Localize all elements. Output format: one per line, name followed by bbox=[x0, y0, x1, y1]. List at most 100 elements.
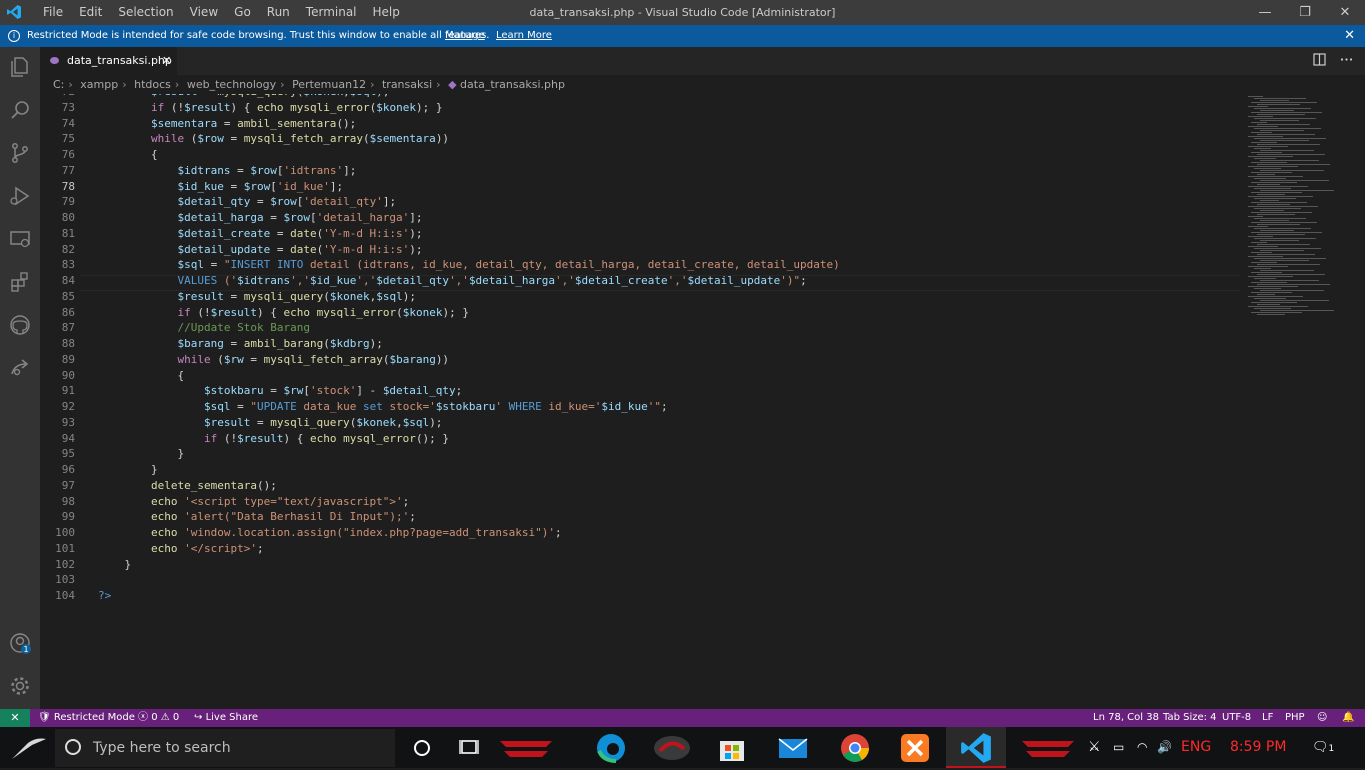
breadcrumb-xampp[interactable]: xampp bbox=[80, 78, 118, 91]
restricted-mode-status[interactable]: 🛡 Restricted Mode bbox=[38, 709, 135, 727]
breadcrumb-drive[interactable]: C: bbox=[53, 78, 64, 91]
code-editor[interactable]: 72 $result = mysqli_query($konek,$sql);7… bbox=[40, 94, 1240, 709]
menu-run[interactable]: Run bbox=[259, 0, 298, 25]
remote-indicator-icon[interactable]: ✕ bbox=[0, 709, 30, 727]
code-line[interactable]: 95 } bbox=[40, 446, 1240, 462]
menu-help[interactable]: Help bbox=[365, 0, 408, 25]
learn-more-link[interactable]: Learn More bbox=[496, 25, 552, 47]
close-window-button[interactable]: ✕ bbox=[1325, 0, 1365, 25]
battery-icon[interactable]: ▭ bbox=[1113, 727, 1124, 768]
armoury-crate-icon[interactable] bbox=[650, 731, 694, 765]
minimize-button[interactable]: — bbox=[1245, 0, 1285, 25]
breadcrumb-transaksi[interactable]: transaksi bbox=[382, 78, 432, 91]
code-line[interactable]: 73 if (!$result) { echo mysqli_error($ko… bbox=[40, 100, 1240, 116]
split-editor-icon[interactable] bbox=[1313, 53, 1326, 66]
action-center-icon[interactable]: 🗨1 bbox=[1312, 727, 1334, 770]
code-line[interactable]: 98 echo '<script type="text/javascript">… bbox=[40, 494, 1240, 510]
code-line[interactable]: 80 $detail_harga = $row['detail_harga']; bbox=[40, 210, 1240, 226]
maximize-button[interactable]: ❐ bbox=[1285, 0, 1325, 25]
eol[interactable]: LF bbox=[1262, 709, 1273, 727]
code-line[interactable]: 99 echo 'alert("Data Berhasil Di Input")… bbox=[40, 509, 1240, 525]
code-line[interactable]: 103 bbox=[40, 572, 1240, 588]
code-line[interactable]: 83 $sql = "INSERT INTO detail (idtrans, … bbox=[40, 257, 1240, 273]
code-line[interactable]: 85 $result = mysqli_query($konek,$sql); bbox=[40, 289, 1240, 305]
rog-app-icon[interactable] bbox=[496, 731, 556, 765]
menu-terminal[interactable]: Terminal bbox=[298, 0, 365, 25]
menu-go[interactable]: Go bbox=[226, 0, 259, 25]
search-icon[interactable] bbox=[8, 98, 32, 122]
source-control-icon[interactable] bbox=[8, 141, 32, 165]
manage-gear-icon[interactable] bbox=[8, 674, 32, 698]
vertical-scrollbar[interactable] bbox=[1355, 94, 1365, 709]
code-line[interactable]: 87 //Update Stok Barang bbox=[40, 320, 1240, 336]
breadcrumb-pertemuan12[interactable]: Pertemuan12 bbox=[292, 78, 366, 91]
breadcrumb-htdocs[interactable]: htdocs bbox=[134, 78, 171, 91]
code-line[interactable]: 79 $detail_qty = $row['detail_qty']; bbox=[40, 194, 1240, 210]
tab-close-icon[interactable]: ✕ bbox=[162, 47, 171, 75]
accounts-icon[interactable]: 1 bbox=[8, 631, 32, 655]
code-line[interactable]: 89 while ($rw = mysqli_fetch_array($bara… bbox=[40, 352, 1240, 368]
code-line[interactable]: 100 echo 'window.location.assign("index.… bbox=[40, 525, 1240, 541]
minimap[interactable] bbox=[1240, 94, 1355, 709]
code-line[interactable]: 90 { bbox=[40, 368, 1240, 384]
code-line[interactable]: 81 $detail_create = date('Y-m-d H:i:s'); bbox=[40, 226, 1240, 242]
code-line[interactable]: 93 $result = mysqli_query($konek,$sql); bbox=[40, 415, 1240, 431]
run-debug-icon[interactable] bbox=[8, 184, 32, 208]
code-line[interactable]: 77 $idtrans = $row['idtrans']; bbox=[40, 163, 1240, 179]
language-mode[interactable]: PHP bbox=[1285, 709, 1305, 727]
encoding[interactable]: UTF-8 bbox=[1222, 709, 1251, 727]
mail-icon[interactable] bbox=[776, 731, 810, 765]
menu-view[interactable]: View bbox=[182, 0, 226, 25]
live-share-status[interactable]: ↪ Live Share bbox=[194, 709, 258, 727]
breadcrumb-web-technology[interactable]: web_technology bbox=[187, 78, 276, 91]
cortana-icon[interactable] bbox=[405, 731, 439, 765]
explorer-icon[interactable] bbox=[8, 55, 32, 79]
code-line[interactable]: 88 $barang = ambil_barang($kdbrg); bbox=[40, 336, 1240, 352]
code-line[interactable]: 102 } bbox=[40, 557, 1240, 573]
menu-file[interactable]: File bbox=[35, 0, 71, 25]
code-line[interactable]: 75 while ($row = mysqli_fetch_array($sem… bbox=[40, 131, 1240, 147]
code-line[interactable]: 74 $sementara = ambil_sementara(); bbox=[40, 116, 1240, 132]
xampp-icon[interactable] bbox=[898, 731, 932, 765]
more-actions-icon[interactable] bbox=[1340, 53, 1353, 66]
remote-explorer-icon[interactable] bbox=[8, 227, 32, 251]
wifi-icon[interactable]: ◠ bbox=[1137, 727, 1147, 768]
code-line[interactable]: 82 $detail_update = date('Y-m-d H:i:s'); bbox=[40, 242, 1240, 258]
code-line[interactable]: 94 if (!$result) { echo mysql_error(); } bbox=[40, 431, 1240, 447]
input-language[interactable]: ENG bbox=[1181, 727, 1211, 768]
tab-data-transaksi[interactable]: data_transaksi.php ✕ bbox=[40, 47, 177, 75]
github-icon[interactable] bbox=[8, 313, 32, 337]
manage-link[interactable]: Manage bbox=[445, 25, 485, 47]
code-line[interactable]: 96 } bbox=[40, 462, 1240, 478]
code-line[interactable]: 76 { bbox=[40, 147, 1240, 163]
clock-time[interactable]: 8:59 PM bbox=[1230, 727, 1286, 768]
breadcrumb-file[interactable]: data_transaksi.php bbox=[460, 78, 565, 91]
taskbar-search[interactable]: Type here to search bbox=[55, 729, 395, 767]
live-share-icon[interactable] bbox=[8, 356, 32, 380]
problems-status[interactable]: ⓧ 0 ⚠ 0 bbox=[138, 709, 179, 727]
code-line[interactable]: 104 ?> bbox=[40, 588, 1240, 604]
code-line[interactable]: 84 VALUES ('$idtrans','$id_kue','$detail… bbox=[40, 273, 1240, 289]
code-line[interactable]: 91 $stokbaru = $rw['stock'] - $detail_qt… bbox=[40, 383, 1240, 399]
chrome-icon[interactable] bbox=[838, 731, 872, 765]
extensions-icon[interactable] bbox=[8, 270, 32, 294]
vscode-taskbar-button[interactable] bbox=[946, 727, 1006, 768]
tab-size[interactable]: Tab Size: 4 bbox=[1163, 709, 1217, 727]
start-rog-icon[interactable] bbox=[10, 735, 48, 761]
banner-close-icon[interactable]: ✕ bbox=[1344, 25, 1355, 47]
code-line[interactable]: 86 if (!$result) { echo mysqli_error($ko… bbox=[40, 305, 1240, 321]
task-view-icon[interactable] bbox=[452, 731, 486, 765]
notifications-icon[interactable]: 🔔 bbox=[1342, 709, 1354, 727]
code-line[interactable]: 97 delete_sementara(); bbox=[40, 478, 1240, 494]
microsoft-store-icon[interactable] bbox=[715, 731, 749, 765]
cursor-position[interactable]: Ln 78, Col 38 bbox=[1093, 709, 1159, 727]
code-line[interactable]: 101 echo '</script>'; bbox=[40, 541, 1240, 557]
code-line[interactable]: 78 $id_kue = $row['id_kue']; bbox=[40, 179, 1240, 195]
menu-selection[interactable]: Selection bbox=[110, 0, 181, 25]
feedback-icon[interactable]: ☺ bbox=[1317, 709, 1327, 727]
code-line[interactable]: 92 $sql = "UPDATE data_kue set stock='$s… bbox=[40, 399, 1240, 415]
tray-rog-icon[interactable]: ⚔ bbox=[1088, 727, 1101, 768]
volume-icon[interactable]: 🔊 bbox=[1157, 727, 1172, 768]
menu-edit[interactable]: Edit bbox=[71, 0, 110, 25]
edge-browser-icon[interactable] bbox=[594, 731, 628, 765]
